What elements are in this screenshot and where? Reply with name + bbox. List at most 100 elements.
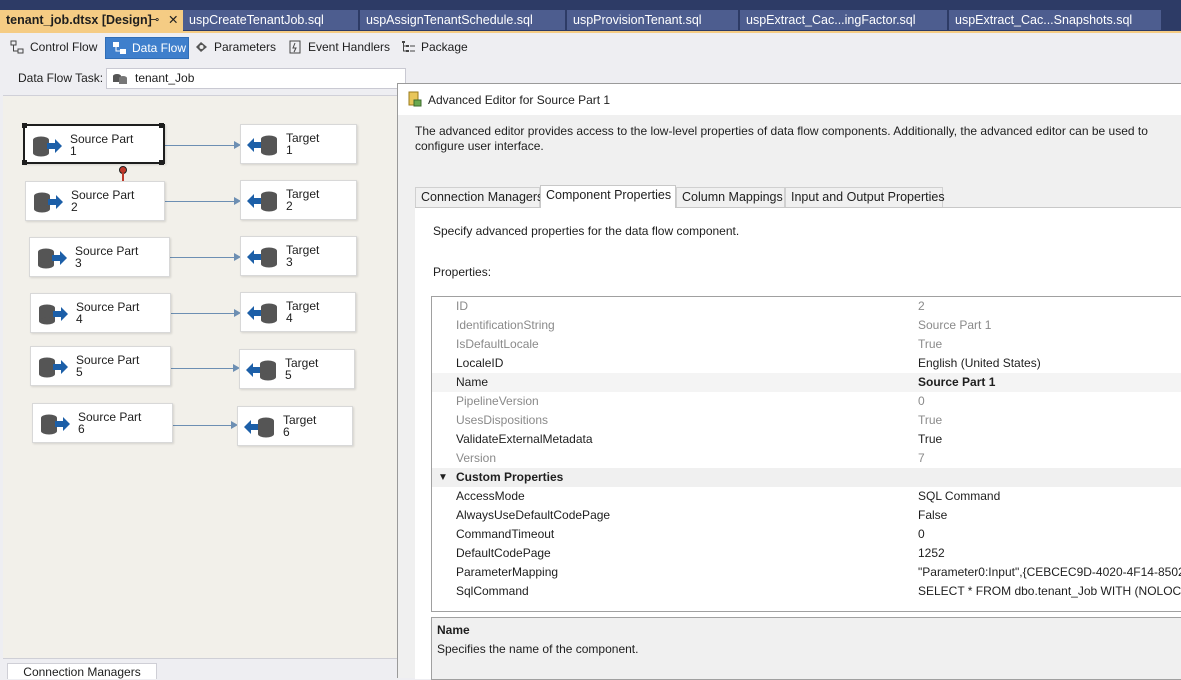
tab-column-mappings[interactable]: Column Mappings xyxy=(676,187,785,207)
data-path-5[interactable] xyxy=(171,368,234,369)
tab-label: Control Flow xyxy=(30,40,98,54)
target-label: Target 5 xyxy=(285,356,319,382)
tab-control-flow[interactable]: Control Flow xyxy=(4,37,100,59)
target-label: Target 2 xyxy=(286,187,320,213)
target-component-4[interactable]: Target 4 xyxy=(240,292,356,332)
property-row[interactable]: IdentificationString Source Part 1 xyxy=(432,316,1181,335)
doc-tab-provision-tenant[interactable]: uspProvisionTenant.sql xyxy=(567,10,738,30)
component-properties-panel: Specify advanced properties for the data… xyxy=(415,207,1181,680)
property-value: True xyxy=(918,337,943,351)
doc-tab-create-tenant-job[interactable]: uspCreateTenantJob.sql xyxy=(183,10,358,30)
property-row[interactable]: CommandTimeout 0 xyxy=(432,525,1181,544)
pin-icon[interactable]: ⊸ xyxy=(150,10,159,30)
tab-parameters[interactable]: Parameters xyxy=(188,37,278,59)
property-row[interactable]: UsesDispositions True xyxy=(432,411,1181,430)
property-row[interactable]: PipelineVersion 0 xyxy=(432,392,1181,411)
data-flow-task-icon xyxy=(113,74,127,84)
destination-icon xyxy=(244,417,274,438)
doc-tab-label: tenant_job.dtsx [Design] xyxy=(6,13,152,27)
dialog-title-bar[interactable]: Advanced Editor for Source Part 1 xyxy=(398,84,1181,115)
resize-handle[interactable] xyxy=(159,160,164,165)
tab-data-flow[interactable]: Data Flow xyxy=(105,37,189,59)
data-path-4[interactable] xyxy=(171,313,235,314)
data-path-2[interactable] xyxy=(165,201,235,202)
advanced-editor-icon xyxy=(408,91,422,107)
property-value[interactable]: Source Part 1 xyxy=(918,373,995,392)
property-row[interactable]: ParameterMapping "Parameter0:Input",{CEBC… xyxy=(432,563,1181,582)
dialog-title: Advanced Editor for Source Part 1 xyxy=(428,93,611,107)
target-label: Target 3 xyxy=(286,243,320,269)
property-row[interactable]: Version 7 xyxy=(432,449,1181,468)
resize-handle[interactable] xyxy=(159,123,164,128)
target-component-2[interactable]: Target 2 xyxy=(240,180,357,220)
property-value[interactable]: False xyxy=(918,506,947,525)
property-name: PipelineVersion xyxy=(456,394,539,408)
data-path-1[interactable] xyxy=(163,145,235,146)
destination-icon xyxy=(247,191,277,212)
collapse-chevron-icon[interactable]: ▼ xyxy=(438,468,448,487)
target-label: Target 1 xyxy=(286,131,320,157)
source-component-4[interactable]: Source Part 4 xyxy=(30,293,171,333)
property-value[interactable]: 0 xyxy=(918,525,925,544)
target-component-3[interactable]: Target 3 xyxy=(240,236,357,276)
property-row-selected[interactable]: Name Source Part 1 xyxy=(432,373,1181,392)
property-value[interactable]: 1252 xyxy=(918,544,945,563)
source-component-6[interactable]: Source Part 6 xyxy=(32,403,173,443)
doc-tab-extract-ingfactor[interactable]: uspExtract_Cac...ingFactor.sql xyxy=(740,10,947,30)
source-component-5[interactable]: Source Part 5 xyxy=(30,346,171,386)
advanced-editor-dialog: Advanced Editor for Source Part 1 The ad… xyxy=(397,83,1181,680)
target-component-5[interactable]: Target 5 xyxy=(239,349,355,389)
property-row[interactable]: IsDefaultLocale True xyxy=(432,335,1181,354)
property-row[interactable]: AlwaysUseDefaultCodePage False xyxy=(432,506,1181,525)
doc-tab-label: uspExtract_Cac...ingFactor.sql xyxy=(746,13,916,27)
source-component-2[interactable]: Source Part 2 xyxy=(25,181,165,221)
category-label: Custom Properties xyxy=(456,470,564,484)
resize-handle[interactable] xyxy=(22,123,27,128)
data-flow-task-select[interactable]: tenant_Job xyxy=(106,68,406,89)
property-value[interactable]: True xyxy=(918,430,942,449)
source-label: Source Part 6 xyxy=(78,410,142,436)
tab-component-properties[interactable]: Component Properties xyxy=(540,185,676,208)
source-label: Source Part 1 xyxy=(70,132,134,158)
doc-tab-tenant-job-design[interactable]: tenant_job.dtsx [Design] ⊸ ✕ xyxy=(0,10,183,31)
property-row[interactable]: AccessMode SQL Command xyxy=(432,487,1181,506)
data-flow-canvas[interactable]: Source Part 1 Source Part 2 Source Part … xyxy=(3,95,403,658)
property-value[interactable]: SQL Command xyxy=(918,487,1000,506)
property-row[interactable]: ValidateExternalMetadata True xyxy=(432,430,1181,449)
property-value[interactable]: "Parameter0:Input",{CEBCEC9D-4020-4F14-8… xyxy=(918,563,1181,582)
doc-tab-label: uspExtract_Cac...Snapshots.sql xyxy=(955,13,1133,27)
parameters-icon xyxy=(196,42,207,52)
doc-tab-label: uspAssignTenantSchedule.sql xyxy=(366,13,533,27)
tab-package-explorer[interactable]: Package Explorer xyxy=(395,37,515,74)
property-value[interactable]: SELECT * FROM dbo.tenant_Job WITH (NOLOC… xyxy=(918,582,1181,601)
property-name: Name xyxy=(456,375,489,389)
resize-handle[interactable] xyxy=(22,160,27,165)
property-row[interactable]: DefaultCodePage 1252 xyxy=(432,544,1181,563)
tab-event-handlers[interactable]: Event Handlers xyxy=(282,37,392,59)
property-name: IsDefaultLocale xyxy=(456,337,539,351)
data-path-3[interactable] xyxy=(170,257,235,258)
property-name: UsesDispositions xyxy=(456,413,549,427)
property-row[interactable]: LocaleID English (United States) xyxy=(432,354,1181,373)
custom-properties-category[interactable]: ▼ Custom Properties xyxy=(432,468,1181,487)
close-icon[interactable]: ✕ xyxy=(168,10,178,30)
property-value[interactable]: English (United States) xyxy=(918,354,1041,373)
target-component-6[interactable]: Target 6 xyxy=(237,406,353,446)
tab-connection-managers[interactable]: Connection Managers xyxy=(415,187,543,207)
source-component-3[interactable]: Source Part 3 xyxy=(29,237,170,277)
source-icon xyxy=(38,248,67,269)
property-name: ParameterMapping xyxy=(456,565,559,579)
destination-icon xyxy=(247,303,277,324)
source-component-1[interactable]: Source Part 1 xyxy=(22,123,165,165)
property-name: AccessMode xyxy=(456,489,525,503)
connection-managers-tab[interactable]: Connection Managers xyxy=(7,663,157,679)
doc-tab-extract-snapshots[interactable]: uspExtract_Cac...Snapshots.sql xyxy=(949,10,1161,30)
data-flow-task-value: tenant_Job xyxy=(135,71,195,85)
property-value: Source Part 1 xyxy=(918,318,992,332)
property-row[interactable]: SqlCommand SELECT * FROM dbo.tenant_Job W… xyxy=(432,582,1181,601)
doc-tab-assign-tenant-schedule[interactable]: uspAssignTenantSchedule.sql xyxy=(360,10,565,30)
data-path-6[interactable] xyxy=(173,425,232,426)
property-row[interactable]: ID 2 xyxy=(432,297,1181,316)
target-component-1[interactable]: Target 1 xyxy=(240,124,357,164)
tab-input-output-properties[interactable]: Input and Output Properties xyxy=(785,187,945,207)
